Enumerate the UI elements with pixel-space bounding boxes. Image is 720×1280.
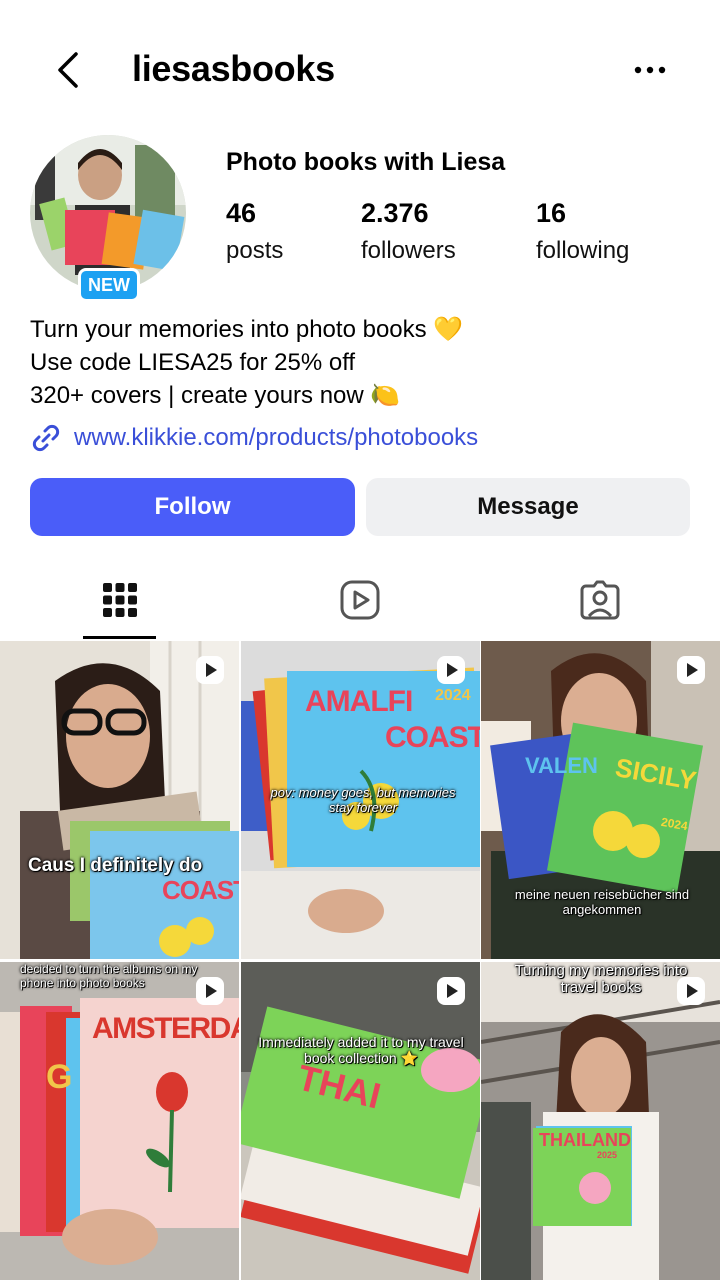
stat-value: 46 <box>226 198 257 228</box>
post-thumbnail[interactable]: AMALFI COAST 2024 pov: money goes, but m… <box>241 641 480 959</box>
chevron-left-icon <box>58 52 78 88</box>
more-options-button[interactable] <box>628 56 672 84</box>
tagged-icon <box>580 580 620 620</box>
follow-button[interactable]: Follow <box>30 478 355 536</box>
post-cover-text: COAST <box>385 721 480 754</box>
profile-link-text[interactable]: www.klikkie.com/products/photobooks <box>74 424 478 452</box>
post-caption: meine neuen reisebücher sind angekommen <box>514 887 690 917</box>
post-cover-text: G <box>46 1058 73 1096</box>
post-caption: Caus I definitely do <box>28 855 203 876</box>
bio-line: 320+ covers | create yours now 🍋 <box>30 382 401 409</box>
profile-username: liesasbooks <box>132 48 335 89</box>
posts-grid: COAST Caus I definitely do AMALFI COAST … <box>0 641 720 1280</box>
reel-icon <box>437 977 465 1005</box>
reels-icon <box>340 580 380 620</box>
post-cover-text: THAILAND <box>539 1130 631 1150</box>
bio-line: Turn your memories into photo books 💛 <box>30 316 464 343</box>
stat-posts[interactable]: 46 posts <box>226 198 283 265</box>
stat-label: followers <box>361 237 456 264</box>
post-caption: pov: money goes, but memories stay forev… <box>270 785 456 815</box>
profile-tabs <box>0 560 720 640</box>
profile-bio: Turn your memories into photo books 💛 Us… <box>30 313 463 412</box>
more-horizontal-icon <box>634 66 666 74</box>
stat-label: posts <box>226 237 284 264</box>
new-badge: NEW <box>78 268 140 302</box>
post-thumbnail[interactable]: THAILAND 2025 Turning my memories into t… <box>481 962 720 1280</box>
grid-icon <box>103 583 137 617</box>
profile-display-name: Photo books with Liesa <box>226 148 506 176</box>
post-cover-text: 2024 <box>435 687 471 704</box>
reel-icon <box>677 656 705 684</box>
post-cover-text: COAST <box>162 875 239 905</box>
link-icon <box>32 424 60 452</box>
stat-followers[interactable]: 2.376 followers <box>361 198 456 265</box>
post-cover-text: VALEN <box>525 753 598 778</box>
active-tab-indicator <box>83 636 156 639</box>
bio-line: Use code LIESA25 for 25% off <box>30 349 356 376</box>
post-caption: Immediately added it to my travel book c… <box>258 1034 464 1066</box>
post-thumbnail[interactable]: VALEN SICILY 2024 meine neuen reisebüche… <box>481 641 720 959</box>
post-thumbnail[interactable]: COAST Caus I definitely do <box>0 641 239 959</box>
post-thumbnail[interactable]: AMSTERDA G decided to turn the albums on… <box>0 962 239 1280</box>
stat-value: 2.376 <box>361 198 429 228</box>
post-thumbnail[interactable]: THAI Immediately added it to my travel b… <box>241 962 480 1280</box>
reel-icon <box>196 977 224 1005</box>
post-caption: Turning my memories into travel books <box>514 962 688 996</box>
tab-tagged[interactable] <box>560 560 640 640</box>
post-cover-text: AMSTERDA <box>92 1012 239 1045</box>
top-bar: liesasbooks <box>0 0 720 140</box>
stat-following[interactable]: 16 following <box>536 198 629 265</box>
post-cover-text: AMALFI <box>305 685 413 718</box>
stat-label: following <box>536 237 630 264</box>
reel-icon <box>677 977 705 1005</box>
reel-icon <box>437 656 465 684</box>
profile-link[interactable]: www.klikkie.com/products/photobooks <box>30 422 478 454</box>
stat-value: 16 <box>536 198 567 228</box>
post-cover-text: 2025 <box>597 1150 618 1160</box>
back-button[interactable] <box>52 48 88 92</box>
tab-posts-grid[interactable] <box>80 560 160 640</box>
message-button[interactable]: Message <box>366 478 690 536</box>
tab-reels[interactable] <box>320 560 400 640</box>
post-caption: decided to turn the albums on my phone i… <box>20 962 198 990</box>
reel-icon <box>196 656 224 684</box>
